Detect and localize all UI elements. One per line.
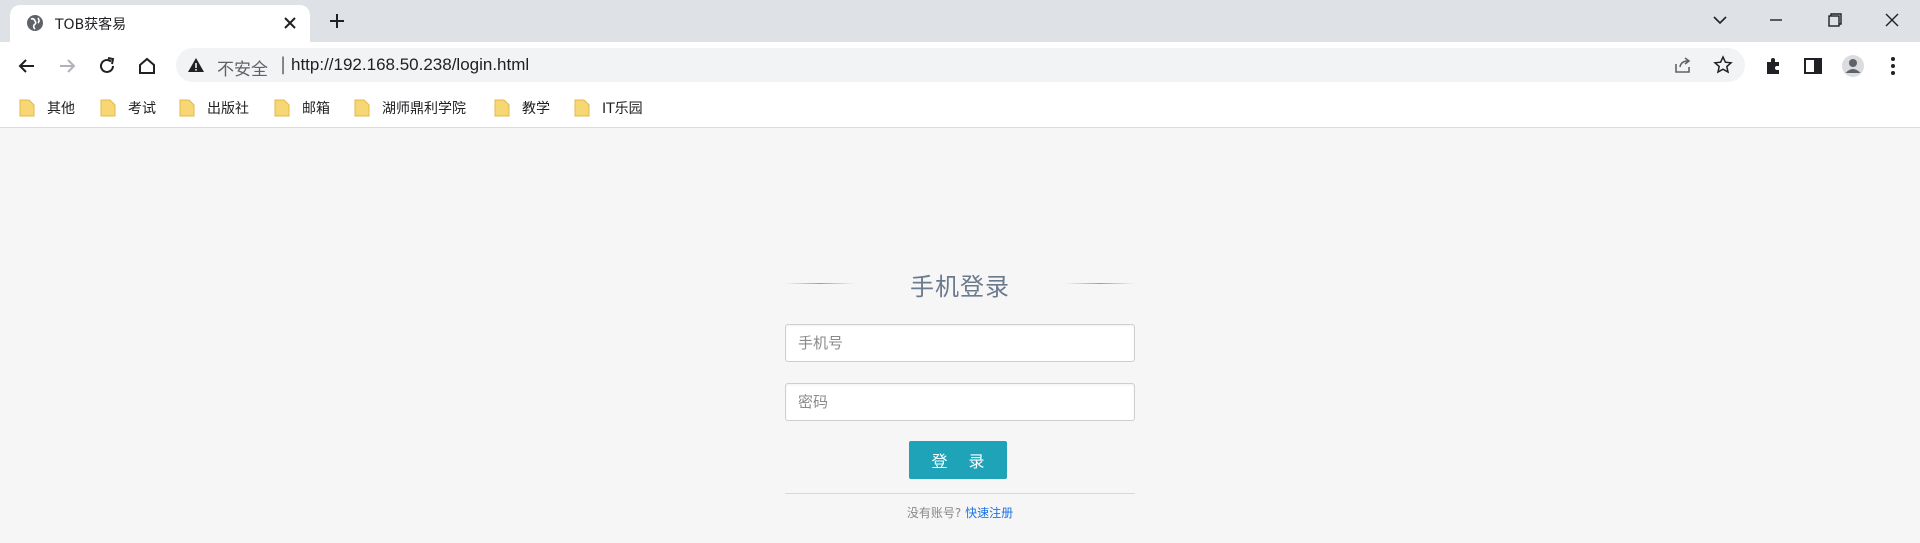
profile-avatar-icon[interactable]: [1840, 53, 1866, 79]
folder-icon: [354, 99, 370, 117]
bookmark-folder[interactable]: 出版社: [179, 97, 249, 119]
home-icon[interactable]: [134, 53, 160, 79]
close-tab-icon[interactable]: [280, 13, 300, 33]
warning-icon[interactable]: [187, 56, 205, 74]
url-text[interactable]: http://192.168.50.238/login.html: [291, 55, 529, 75]
register-link[interactable]: 快速注册: [965, 506, 1013, 520]
browser-tab[interactable]: TOB获客易: [10, 5, 310, 42]
tab-title: TOB获客易: [55, 17, 127, 33]
password-input[interactable]: [785, 383, 1135, 421]
bookmark-folder[interactable]: 考试: [100, 97, 156, 119]
side-panel-icon[interactable]: [1800, 53, 1826, 79]
security-label[interactable]: 不安全: [217, 55, 268, 80]
bookmark-label: 其他: [47, 101, 75, 117]
forward-icon[interactable]: [54, 53, 80, 79]
bookmark-folder[interactable]: IT乐园: [574, 97, 643, 119]
no-account-text: 没有账号?: [906, 506, 962, 520]
login-title: 手机登录: [910, 273, 1010, 301]
divider: [785, 493, 1135, 494]
extensions-icon[interactable]: [1760, 53, 1786, 79]
globe-icon: [27, 15, 43, 31]
folder-icon: [574, 99, 590, 117]
browser-toolbar: 不安全 | http://192.168.50.238/login.html: [0, 42, 1920, 88]
bookmark-star-icon[interactable]: [1713, 55, 1733, 75]
address-bar[interactable]: 不安全 | http://192.168.50.238/login.html: [176, 48, 1745, 82]
bookmark-folder[interactable]: 教学: [494, 97, 550, 119]
bookmark-label: 出版社: [207, 101, 249, 117]
bookmark-folder[interactable]: 湖师鼎利学院: [354, 97, 466, 119]
bookmark-label: IT乐园: [602, 101, 643, 117]
bookmark-label: 考试: [128, 101, 156, 117]
bookmark-label: 湖师鼎利学院: [382, 101, 466, 117]
bookmark-folder[interactable]: 邮箱: [274, 97, 330, 119]
back-icon[interactable]: [14, 53, 40, 79]
share-icon[interactable]: [1673, 55, 1693, 75]
close-window-icon[interactable]: [1878, 8, 1906, 32]
login-button[interactable]: 登 录: [909, 441, 1007, 479]
title-decoration-line: [1065, 283, 1135, 284]
restore-icon[interactable]: [1820, 8, 1848, 32]
phone-input[interactable]: [785, 324, 1135, 362]
folder-icon: [100, 99, 116, 117]
menu-kebab-icon[interactable]: [1880, 53, 1906, 79]
new-tab-icon[interactable]: [323, 9, 351, 33]
register-prompt: 没有账号? 快速注册: [785, 504, 1135, 521]
bookmark-folder[interactable]: 其他: [19, 97, 75, 119]
bookmark-label: 教学: [522, 101, 550, 117]
tab-search-icon[interactable]: [1706, 8, 1734, 32]
folder-icon: [274, 99, 290, 117]
page-content: 手机登录 登 录 没有账号? 快速注册: [0, 129, 1920, 543]
bookmark-label: 邮箱: [302, 101, 330, 117]
reload-icon[interactable]: [94, 53, 120, 79]
folder-icon: [494, 99, 510, 117]
folder-icon: [19, 99, 35, 117]
bookmarks-bar: 其他 考试 出版社 邮箱 湖师鼎利学院 教学 IT乐园: [0, 88, 1920, 128]
login-header: 手机登录: [785, 267, 1135, 303]
minimize-icon[interactable]: [1762, 8, 1790, 32]
omnibox-separator: |: [280, 54, 287, 75]
folder-icon: [179, 99, 195, 117]
tab-strip: TOB获客易: [0, 0, 1920, 42]
